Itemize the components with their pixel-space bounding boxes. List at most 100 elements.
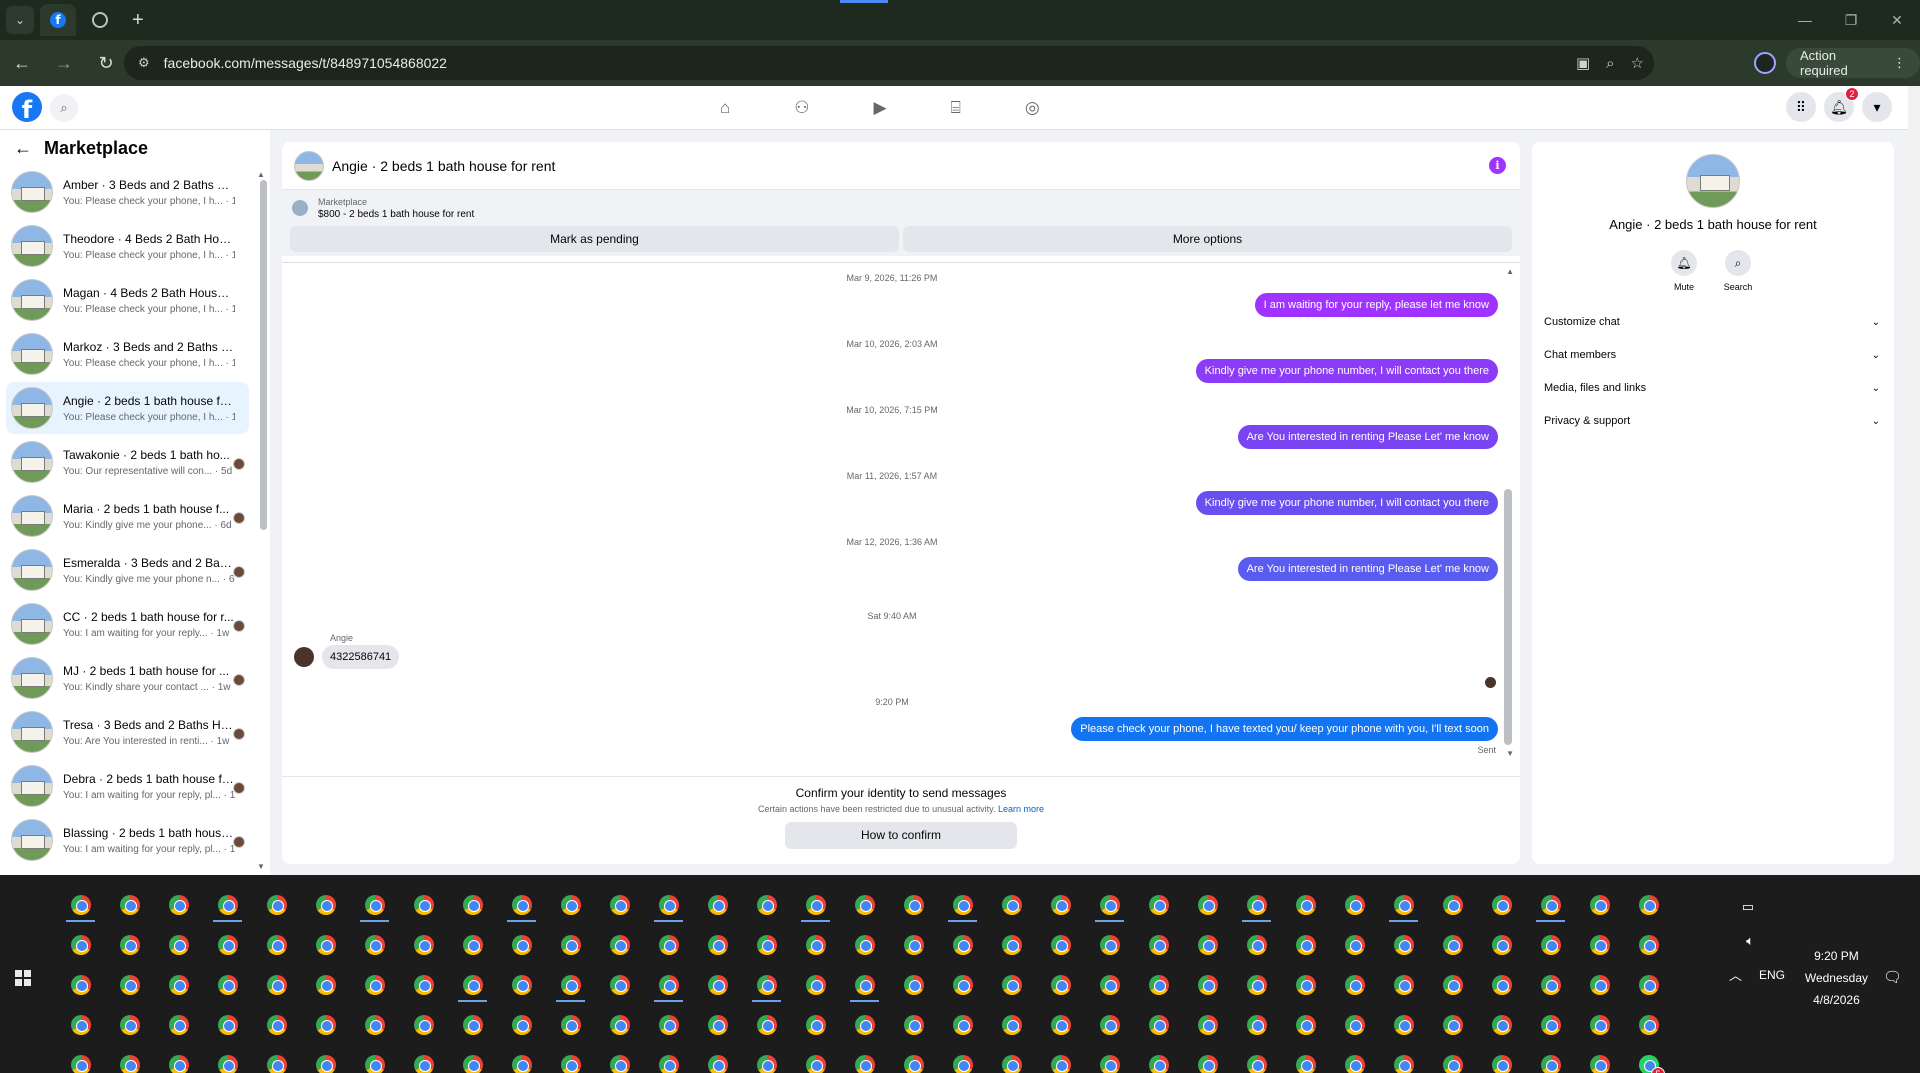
chrome-window-icon[interactable] bbox=[1232, 1005, 1281, 1045]
incoming-message[interactable]: 4322586741 bbox=[322, 645, 400, 669]
chrome-window-icon[interactable] bbox=[1624, 925, 1673, 965]
chrome-window-icon[interactable] bbox=[1330, 885, 1379, 925]
conversation-item[interactable]: Magan · 4 Beds 2 Bath House F... You: Ple… bbox=[6, 274, 249, 326]
url-text[interactable]: facebook.com/messages/t/848971054868022 bbox=[164, 55, 447, 71]
chrome-window-icon[interactable] bbox=[1134, 885, 1183, 925]
chrome-window-icon[interactable] bbox=[840, 1005, 889, 1045]
conversation-item[interactable]: Markoz · 3 Beds and 2 Baths Ho... You: Pl… bbox=[6, 328, 249, 380]
friends-icon[interactable]: ⚇ bbox=[794, 98, 809, 118]
chrome-window-icon[interactable] bbox=[350, 965, 399, 1005]
chrome-window-icon[interactable] bbox=[154, 925, 203, 965]
chrome-window-icon[interactable] bbox=[1379, 885, 1428, 925]
chrome-window-icon[interactable] bbox=[154, 965, 203, 1005]
chrome-window-icon[interactable] bbox=[889, 925, 938, 965]
chrome-window-icon[interactable] bbox=[546, 885, 595, 925]
chrome-window-icon[interactable] bbox=[497, 965, 546, 1005]
chrome-window-icon[interactable] bbox=[1428, 885, 1477, 925]
chrome-window-icon[interactable] bbox=[1624, 965, 1673, 1005]
chrome-window-icon[interactable] bbox=[1232, 965, 1281, 1005]
chrome-window-icon[interactable] bbox=[791, 1045, 840, 1073]
more-options-button[interactable]: More options bbox=[903, 226, 1512, 252]
chrome-window-icon[interactable] bbox=[840, 885, 889, 925]
chrome-window-icon[interactable] bbox=[56, 1005, 105, 1045]
chrome-window-icon[interactable] bbox=[154, 1045, 203, 1073]
video-icon[interactable]: ▶ bbox=[874, 98, 887, 118]
language-indicator[interactable]: ENG bbox=[1759, 968, 1785, 982]
details-section-row[interactable]: Chat members ⌄ bbox=[1544, 343, 1880, 367]
chrome-window-icon[interactable] bbox=[1134, 925, 1183, 965]
outgoing-message[interactable]: Please check your phone, I have texted y… bbox=[1071, 717, 1498, 741]
chrome-window-icon[interactable] bbox=[252, 1045, 301, 1073]
chrome-window-icon[interactable] bbox=[644, 1045, 693, 1073]
conversation-item[interactable]: Esmeralda · 3 Beds and 2 Baths ... You: K… bbox=[6, 544, 249, 596]
chrome-window-icon[interactable] bbox=[742, 885, 791, 925]
chrome-window-icon[interactable] bbox=[840, 965, 889, 1005]
chrome-window-icon[interactable] bbox=[1183, 1005, 1232, 1045]
chat-title[interactable]: Angie · 2 beds 1 bath house for rent bbox=[332, 158, 555, 174]
zoom-icon[interactable]: ⌕ bbox=[1606, 55, 1614, 72]
chrome-window-icon[interactable] bbox=[595, 965, 644, 1005]
chrome-window-icon[interactable] bbox=[154, 885, 203, 925]
chrome-window-icon[interactable] bbox=[350, 885, 399, 925]
chrome-window-icon[interactable] bbox=[987, 965, 1036, 1005]
chrome-window-icon[interactable] bbox=[497, 885, 546, 925]
chrome-window-icon[interactable] bbox=[1477, 1045, 1526, 1073]
chrome-window-icon[interactable] bbox=[1477, 1005, 1526, 1045]
chrome-window-icon[interactable] bbox=[595, 1045, 644, 1073]
marketplace-listing-bar[interactable]: Marketplace $800 - 2 beds 1 bath house f… bbox=[282, 190, 1520, 226]
chrome-window-icon[interactable] bbox=[840, 925, 889, 965]
chrome-window-icon[interactable] bbox=[105, 965, 154, 1005]
chrome-window-icon[interactable] bbox=[56, 885, 105, 925]
conversation-item[interactable]: Theodore · 4 Beds 2 Bath Hous... You: Ple… bbox=[6, 220, 249, 272]
tab-other[interactable] bbox=[82, 4, 118, 36]
chrome-window-icon[interactable] bbox=[742, 965, 791, 1005]
chrome-window-icon[interactable] bbox=[595, 885, 644, 925]
chrome-window-icon[interactable] bbox=[1624, 1005, 1673, 1045]
marketplace-icon[interactable]: ⌸ bbox=[951, 98, 961, 118]
chrome-window-icon[interactable] bbox=[1281, 1005, 1330, 1045]
chrome-window-icon[interactable] bbox=[742, 1005, 791, 1045]
chrome-window-icon[interactable] bbox=[1575, 885, 1624, 925]
address-bar[interactable]: ⚙ facebook.com/messages/t/84897105486802… bbox=[124, 46, 1654, 80]
facebook-logo-icon[interactable]: f bbox=[12, 92, 42, 122]
chrome-window-icon[interactable] bbox=[1183, 925, 1232, 965]
chrome-window-icon[interactable] bbox=[203, 885, 252, 925]
chrome-window-icon[interactable] bbox=[203, 965, 252, 1005]
chrome-window-icon[interactable] bbox=[1036, 1005, 1085, 1045]
conversation-item[interactable]: Tawakonie · 2 beds 1 bath ho... You: Our … bbox=[6, 436, 249, 488]
chrome-window-icon[interactable] bbox=[644, 925, 693, 965]
chrome-window-icon[interactable] bbox=[1036, 925, 1085, 965]
restore-icon[interactable]: ❐ bbox=[1828, 0, 1874, 40]
chrome-window-icon[interactable] bbox=[791, 885, 840, 925]
chrome-window-icon[interactable] bbox=[154, 1005, 203, 1045]
chrome-window-icon[interactable] bbox=[448, 885, 497, 925]
tab-search-icon[interactable]: ⌄ bbox=[6, 6, 34, 34]
chrome-window-icon[interactable] bbox=[1036, 965, 1085, 1005]
scroll-down-icon[interactable]: ▼ bbox=[257, 862, 265, 871]
menu-grid-icon[interactable]: ⠿ bbox=[1786, 92, 1816, 122]
chrome-window-icon[interactable] bbox=[497, 1005, 546, 1045]
chrome-window-icon[interactable] bbox=[203, 1045, 252, 1073]
chrome-window-icon[interactable] bbox=[203, 1005, 252, 1045]
details-section-row[interactable]: Customize chat ⌄ bbox=[1544, 310, 1880, 334]
tray-expand-icon[interactable]: ︿ bbox=[1729, 965, 1742, 984]
chrome-window-icon[interactable] bbox=[938, 885, 987, 925]
chrome-window-icon[interactable] bbox=[203, 925, 252, 965]
conversation-item[interactable]: Debra · 2 beds 1 bath house for... You: I… bbox=[6, 760, 249, 812]
chrome-window-icon[interactable] bbox=[1281, 965, 1330, 1005]
chrome-window-icon[interactable] bbox=[1526, 1045, 1575, 1073]
back-arrow-icon[interactable]: ← bbox=[14, 138, 32, 159]
chrome-window-icon[interactable] bbox=[1624, 885, 1673, 925]
chrome-window-icon[interactable] bbox=[889, 965, 938, 1005]
chrome-window-icon[interactable] bbox=[448, 965, 497, 1005]
chrome-window-icon[interactable] bbox=[1134, 1005, 1183, 1045]
tab-facebook[interactable]: f bbox=[40, 4, 76, 36]
chrome-window-icon[interactable] bbox=[252, 1005, 301, 1045]
chrome-window-icon[interactable] bbox=[938, 1045, 987, 1073]
conversation-item[interactable]: MJ · 2 beds 1 bath house for ... You: Kin… bbox=[6, 652, 249, 704]
thread-scroll-down-icon[interactable]: ▼ bbox=[1506, 749, 1514, 758]
chrome-window-icon[interactable] bbox=[350, 1045, 399, 1073]
chrome-window-icon[interactable] bbox=[644, 1005, 693, 1045]
page-scrollbar[interactable] bbox=[1908, 86, 1920, 875]
chrome-window-icon[interactable] bbox=[1428, 1045, 1477, 1073]
